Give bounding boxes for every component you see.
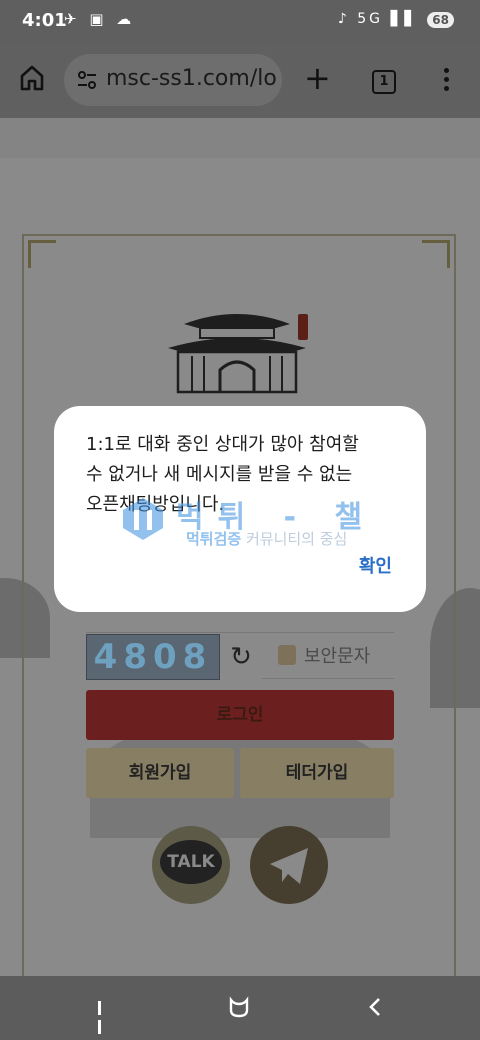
watermark-tag-bold: 먹튀검증 <box>186 530 242 548</box>
refresh-captcha-icon[interactable]: ↻ <box>226 642 256 672</box>
frame-corner <box>422 240 450 268</box>
frame-corner <box>28 240 56 268</box>
address-bar[interactable]: msc-ss1.com/logi <box>64 54 282 106</box>
browser-toolbar: msc-ss1.com/logi + 1 <box>0 42 480 118</box>
talk-label: TALK <box>160 840 222 884</box>
back-icon[interactable] <box>366 996 384 1018</box>
login-button[interactable]: 로그인 <box>86 690 394 740</box>
status-time: 4:01 <box>22 10 67 31</box>
tether-signup-button[interactable]: 테더가입 <box>240 748 394 798</box>
confirm-button[interactable]: 확인 <box>359 552 392 578</box>
signup-button[interactable]: 회원가입 <box>86 748 234 798</box>
alert-dialog: 1:1로 대화 중인 상대가 많아 참여할 수 없거나 새 메시지를 받을 수 … <box>54 406 426 612</box>
home-nav-icon[interactable] <box>228 996 250 1018</box>
watermark-tag-rest: 커뮤니티의 중심 <box>241 530 348 548</box>
home-icon[interactable] <box>18 64 46 92</box>
captcha-image: 4808 <box>86 634 220 680</box>
system-nav-bar <box>0 976 480 1040</box>
watermark: 먹튀 - 챌 먹튀검증 커뮤니티의 중심 <box>120 492 380 552</box>
telegram-icon <box>270 848 308 884</box>
telegram-button[interactable] <box>250 826 328 904</box>
more-menu-icon[interactable] <box>444 68 450 95</box>
watermark-logo-icon <box>123 498 163 540</box>
battery-badge: 68 <box>427 12 454 28</box>
page-header-band <box>0 118 480 158</box>
tab-switcher-button[interactable]: 1 <box>372 70 396 94</box>
security-code-input[interactable]: 보안문자 <box>262 636 394 679</box>
site-settings-icon[interactable] <box>76 69 98 91</box>
palace-logo <box>168 314 308 394</box>
shield-icon <box>278 645 296 665</box>
status-bar: 4:01 ✈ ▣ ☁ ♪ 5G ▋▋ 68 <box>0 0 480 42</box>
new-tab-icon[interactable]: + <box>304 62 331 94</box>
notification-icons: ✈ ▣ ☁ <box>64 10 136 28</box>
kakaotalk-button[interactable]: TALK <box>152 826 230 904</box>
watermark-tagline: 먹튀검증 커뮤니티의 중심 <box>186 528 347 549</box>
recents-icon[interactable] <box>98 1000 112 1034</box>
url-text[interactable]: msc-ss1.com/logi <box>106 66 278 91</box>
username-field[interactable] <box>86 612 394 633</box>
security-code-placeholder: 보안문자 <box>304 646 371 667</box>
signal-icons: ♪ 5G ▋▋ <box>337 11 418 27</box>
